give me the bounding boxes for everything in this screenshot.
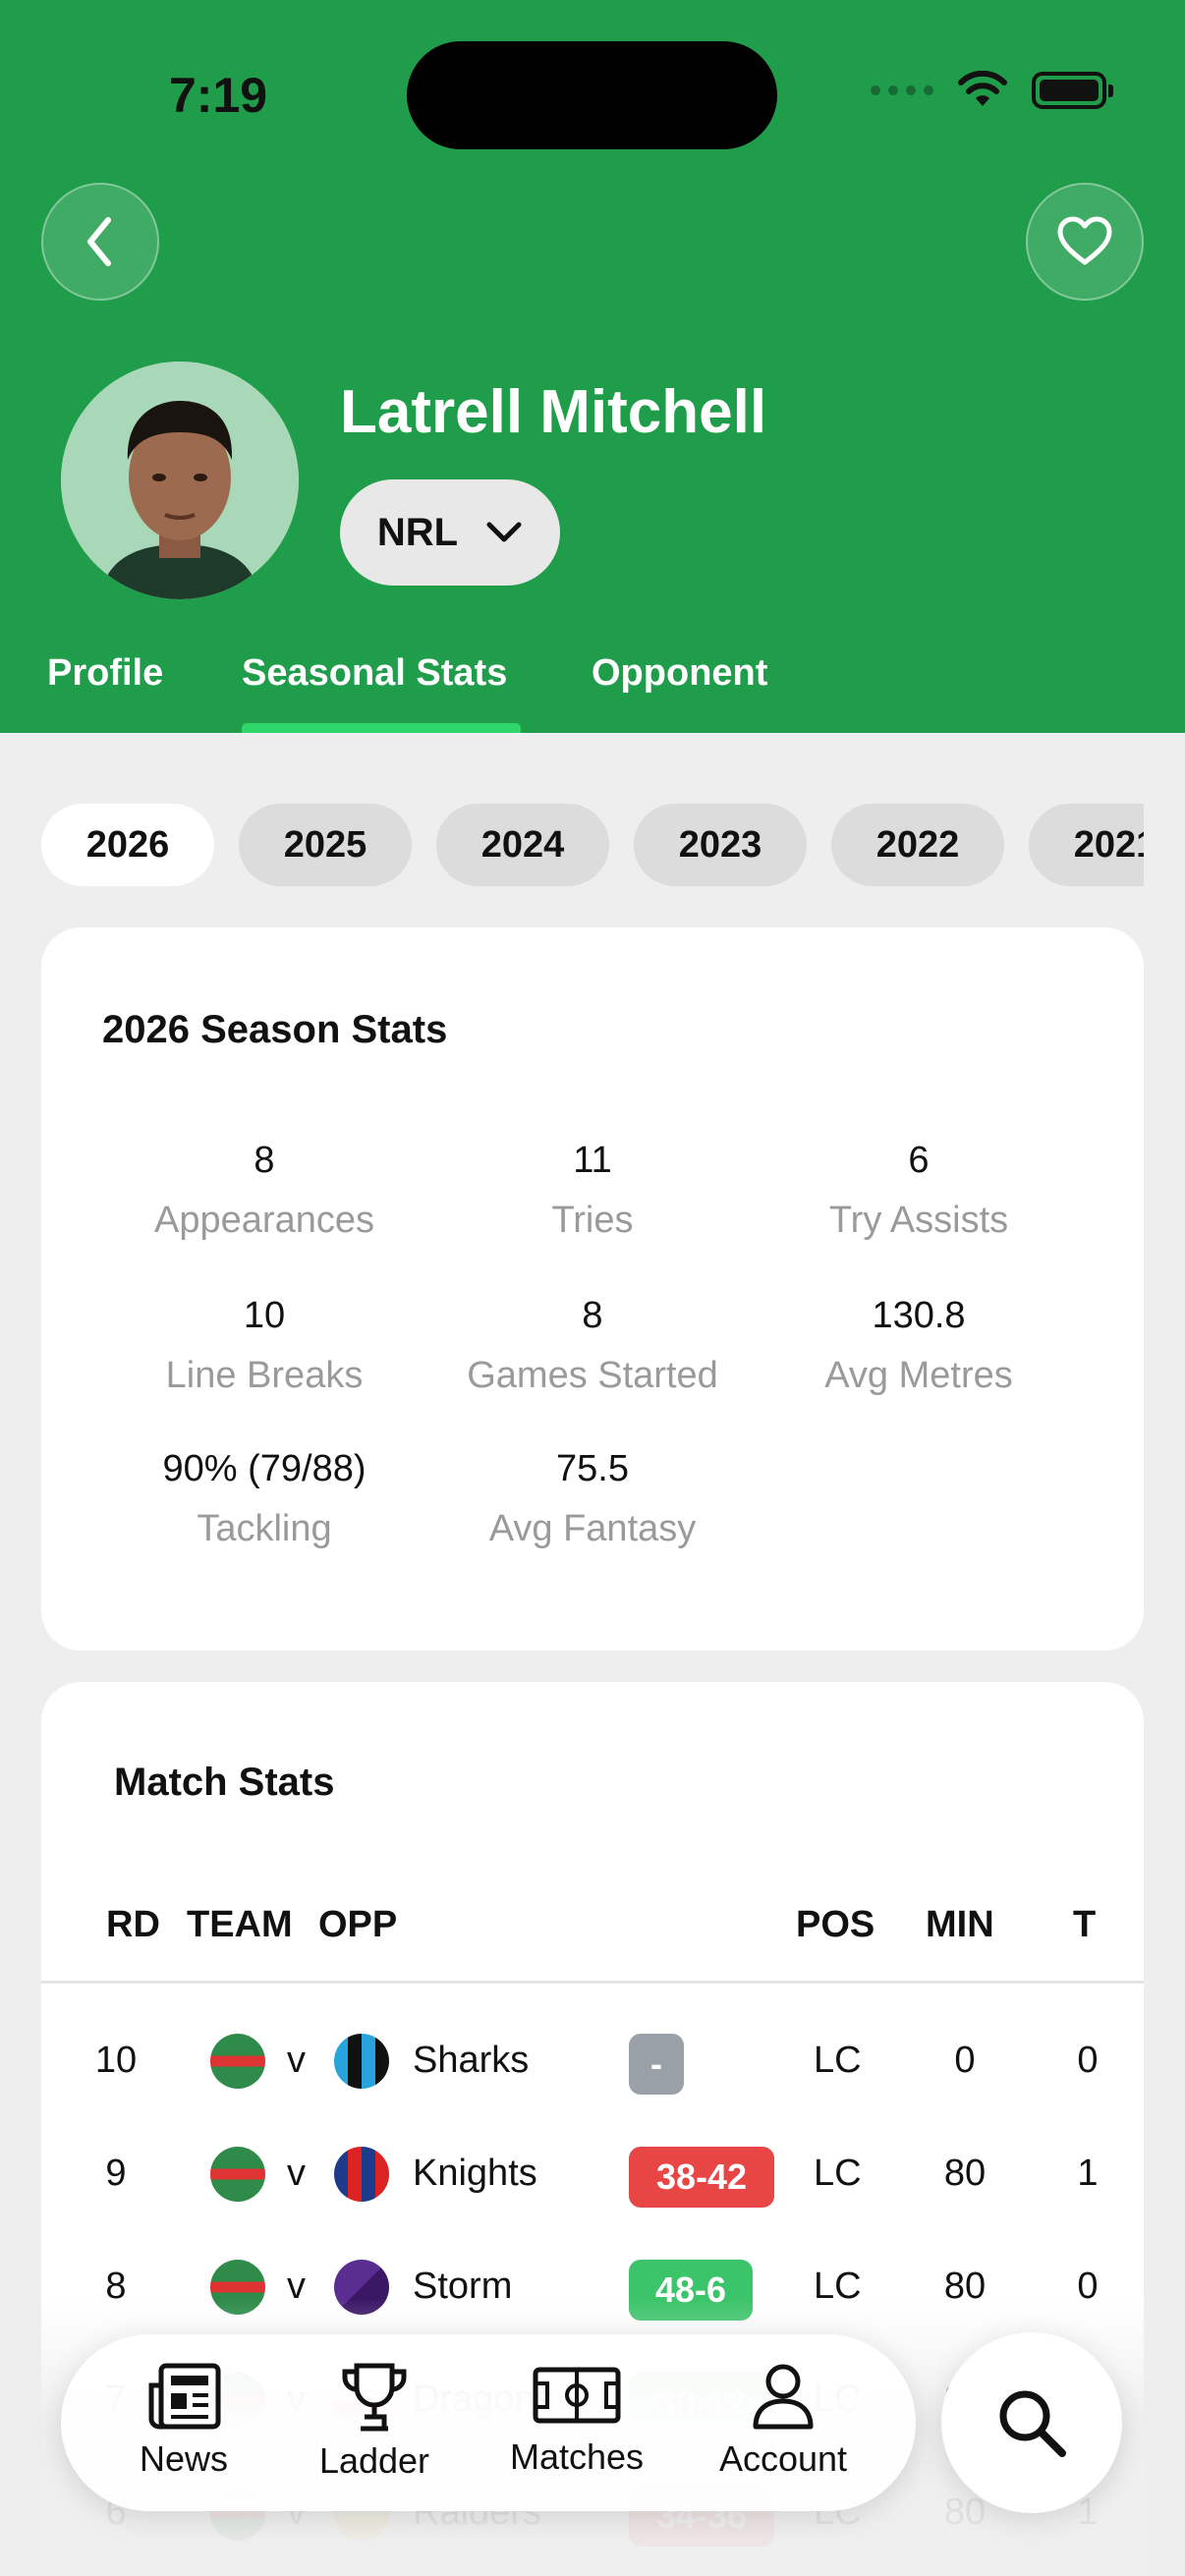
back-button[interactable] bbox=[41, 183, 159, 301]
stat-value: 8 bbox=[582, 1295, 603, 1336]
stat-label: Tackling bbox=[197, 1508, 332, 1549]
cell-position: LC bbox=[814, 2153, 862, 2194]
player-name: Latrell Mitchell bbox=[340, 378, 767, 446]
year-selector: 2026 2025 2024 2023 2022 2021 bbox=[41, 804, 1144, 886]
cell-round: 10 bbox=[94, 2040, 138, 2081]
status-icons bbox=[871, 71, 1113, 110]
stat-label: Appearances bbox=[154, 1200, 374, 1241]
cell-position: LC bbox=[814, 2040, 862, 2081]
cell-tries: 0 bbox=[1077, 2040, 1099, 2081]
stat-value: 8 bbox=[254, 1140, 275, 1181]
newspaper-icon bbox=[148, 2363, 221, 2430]
status-time: 7:19 bbox=[169, 68, 268, 123]
year-chip-2024[interactable]: 2024 bbox=[436, 804, 609, 886]
competition-label: NRL bbox=[376, 510, 459, 554]
stat-value: 130.8 bbox=[872, 1295, 966, 1336]
nav-label: Matches bbox=[509, 2436, 645, 2477]
year-chip-2026[interactable]: 2026 bbox=[41, 804, 214, 886]
cell-opponent: Sharks bbox=[413, 2040, 530, 2081]
stat-value: 6 bbox=[908, 1140, 930, 1181]
stat-games-started: 8 Games Started bbox=[429, 1295, 756, 1397]
cell-versus: v bbox=[287, 2153, 306, 2194]
cell-opponent: Knights bbox=[413, 2153, 537, 2194]
stat-label: Avg Metres bbox=[824, 1355, 1013, 1396]
tab-opponent[interactable]: Opponent bbox=[592, 652, 767, 695]
team-logo-rabbitohs bbox=[210, 2034, 265, 2089]
tab-seasonal-stats[interactable]: Seasonal Stats bbox=[242, 652, 507, 695]
heart-icon bbox=[1057, 216, 1112, 265]
chevron-left-icon bbox=[87, 217, 111, 266]
tab-profile[interactable]: Profile bbox=[47, 652, 163, 695]
battery-icon bbox=[1032, 72, 1113, 109]
player-avatar bbox=[61, 362, 299, 599]
match-stats-title: Match Stats bbox=[114, 1761, 335, 1804]
cell-tries: 1 bbox=[1077, 2153, 1099, 2194]
column-header-pos: POS bbox=[796, 1904, 875, 1945]
cell-round: 9 bbox=[105, 2153, 127, 2194]
person-icon bbox=[753, 2364, 814, 2430]
stat-label: Tries bbox=[551, 1200, 634, 1241]
favourite-button[interactable] bbox=[1026, 183, 1144, 301]
cell-minutes: 0 bbox=[954, 2040, 976, 2081]
season-stats-card: 2026 Season Stats 8 Appearances 11 Tries… bbox=[41, 927, 1144, 1651]
stat-value: 75.5 bbox=[556, 1448, 629, 1489]
stat-value: 90% (79/88) bbox=[162, 1448, 367, 1489]
season-stats-title: 2026 Season Stats bbox=[102, 1008, 448, 1051]
table-row[interactable]: 10 v Sharks - LC 0 0 bbox=[41, 2004, 1144, 2117]
nav-news[interactable]: News bbox=[90, 2362, 277, 2480]
trophy-icon bbox=[342, 2363, 407, 2432]
column-header-min: MIN bbox=[926, 1904, 994, 1945]
column-header-team: TEAM bbox=[187, 1904, 293, 1945]
signal-icon bbox=[871, 85, 933, 95]
opponent-logo bbox=[334, 2147, 389, 2202]
wifi-icon bbox=[958, 71, 1007, 106]
result-badge: 38-42 bbox=[629, 2147, 774, 2208]
nav-label: Account bbox=[718, 2438, 848, 2479]
chevron-down-icon bbox=[486, 522, 522, 542]
nav-ladder[interactable]: Ladder bbox=[281, 2362, 468, 2482]
dynamic-island bbox=[407, 41, 777, 149]
cell-minutes: 80 bbox=[943, 2153, 987, 2194]
stat-appearances: 8 Appearances bbox=[101, 1140, 427, 1242]
stat-value: 10 bbox=[243, 1295, 286, 1336]
stat-avg-fantasy: 75.5 Avg Fantasy bbox=[429, 1448, 756, 1550]
team-logo-rabbitohs bbox=[210, 2147, 265, 2202]
bottom-tab-bar: News Ladder Matches Account bbox=[61, 2334, 916, 2511]
stat-value: 11 bbox=[573, 1140, 612, 1181]
stat-label: Line Breaks bbox=[165, 1355, 364, 1396]
search-button[interactable] bbox=[941, 2332, 1122, 2513]
opponent-logo bbox=[334, 2034, 389, 2089]
year-chip-2023[interactable]: 2023 bbox=[634, 804, 807, 886]
result-badge: - bbox=[629, 2034, 684, 2095]
nav-label: Ladder bbox=[318, 2440, 430, 2481]
column-header-t: T bbox=[1073, 1904, 1097, 1945]
search-icon bbox=[999, 2390, 1066, 2457]
stat-tackling: 90% (79/88) Tackling bbox=[101, 1448, 427, 1550]
stat-label: Try Assists bbox=[828, 1200, 1009, 1241]
table-row[interactable]: 9 v Knights 38-42 LC 80 1 bbox=[41, 2117, 1144, 2230]
year-chip-2022[interactable]: 2022 bbox=[831, 804, 1004, 886]
field-icon bbox=[533, 2367, 621, 2424]
nav-account[interactable]: Account bbox=[690, 2362, 876, 2480]
stat-avg-metres: 130.8 Avg Metres bbox=[756, 1295, 1082, 1397]
player-photo bbox=[61, 362, 299, 599]
stat-label: Avg Fantasy bbox=[488, 1508, 697, 1549]
table-divider bbox=[41, 1981, 1144, 1984]
active-tab-indicator bbox=[242, 723, 521, 733]
year-chip-2025[interactable]: 2025 bbox=[239, 804, 412, 886]
stat-label: Games Started bbox=[467, 1355, 718, 1396]
stat-line-breaks: 10 Line Breaks bbox=[101, 1295, 427, 1397]
cell-versus: v bbox=[287, 2040, 306, 2081]
competition-dropdown[interactable]: NRL bbox=[340, 479, 560, 586]
nav-label: News bbox=[139, 2438, 229, 2479]
stat-try-assists: 6 Try Assists bbox=[756, 1140, 1082, 1242]
player-tabs: Profile Seasonal Stats Opponent bbox=[0, 652, 1185, 733]
stat-tries: 11 Tries bbox=[429, 1140, 756, 1242]
column-header-opp: OPP bbox=[318, 1904, 398, 1945]
nav-matches[interactable]: Matches bbox=[483, 2362, 670, 2478]
column-header-rd: RD bbox=[106, 1904, 160, 1945]
year-chip-2021[interactable]: 2021 bbox=[1029, 804, 1144, 886]
